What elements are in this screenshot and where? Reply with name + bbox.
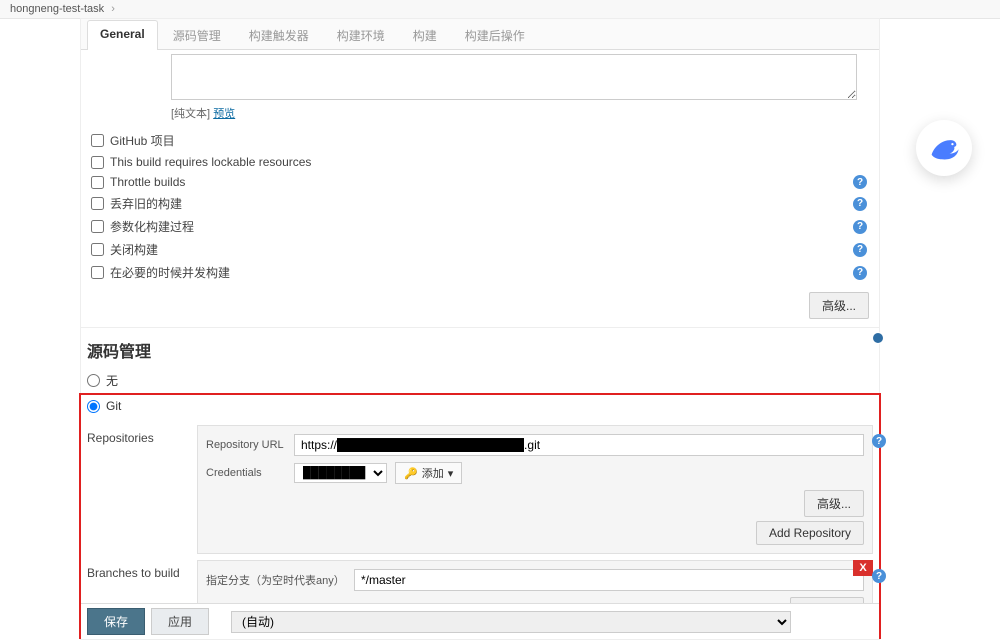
- key-icon: 🔑: [404, 467, 418, 480]
- tab-triggers[interactable]: 构建触发器: [236, 20, 322, 50]
- delete-branch-button[interactable]: X: [853, 560, 873, 576]
- checkbox-disable-build[interactable]: [91, 243, 104, 256]
- add-label: 添加: [422, 465, 444, 481]
- branch-row: 指定分支（为空时代表any）: [206, 569, 864, 591]
- breadcrumb-separator: ›: [111, 3, 115, 15]
- repo-url-label: Repository URL: [206, 439, 286, 451]
- help-icon[interactable]: ?: [853, 175, 867, 189]
- repositories-block: Repositories ? Repository URL Credential…: [87, 425, 873, 554]
- tab-bar: General 源码管理 构建触发器 构建环境 构建 构建后操作: [81, 19, 879, 50]
- breadcrumb: hongneng-test-task ›: [0, 0, 1000, 19]
- checkbox-concurrent[interactable]: [91, 266, 104, 279]
- checkbox-github-project[interactable]: [91, 134, 104, 147]
- apply-button[interactable]: 应用: [151, 608, 209, 635]
- general-panel: [纯文本] 预览 GitHub 项目 This build requires l…: [81, 50, 879, 639]
- opt-parameterized: 参数化构建过程 ?: [85, 215, 879, 238]
- opt-lockable: This build requires lockable resources: [85, 152, 879, 172]
- help-icon[interactable]: ?: [853, 220, 867, 234]
- scm-none-label: 无: [106, 372, 118, 389]
- repo-advanced-button[interactable]: 高级...: [804, 490, 864, 517]
- opt-label: GitHub 项目: [110, 132, 175, 149]
- add-credentials-button[interactable]: 🔑 添加 ▾: [395, 462, 462, 484]
- repo-url-input[interactable]: [294, 434, 864, 456]
- bottom-select[interactable]: (自动): [231, 611, 791, 633]
- scm-git-label: Git: [106, 399, 121, 413]
- breadcrumb-item[interactable]: hongneng-test-task: [10, 3, 104, 15]
- bird-icon: [926, 130, 962, 166]
- description-format-hint: [纯文本] 预览: [171, 105, 879, 121]
- scm-git-row: Git: [81, 395, 879, 417]
- add-repository-button[interactable]: Add Repository: [756, 521, 864, 545]
- opt-label: 参数化构建过程: [110, 218, 194, 235]
- assistant-badge[interactable]: [916, 120, 972, 176]
- opt-label: 在必要的时候并发构建: [110, 264, 230, 281]
- advanced-button[interactable]: 高级...: [809, 292, 869, 319]
- credentials-row: Credentials ████████ 🔑 添加 ▾: [206, 462, 864, 484]
- help-icon[interactable]: ?: [853, 197, 867, 211]
- opt-label: Throttle builds: [110, 175, 185, 189]
- config-page: General 源码管理 构建触发器 构建环境 构建 构建后操作 [纯文本] 预…: [80, 18, 880, 640]
- help-icon[interactable]: ?: [872, 434, 886, 448]
- bottom-action-bar: 保存 应用 (自动): [81, 603, 879, 639]
- repository-panel: ? Repository URL Credentials ████████ 🔑: [197, 425, 873, 554]
- branch-field-label: 指定分支（为空时代表any）: [206, 572, 346, 588]
- scroll-indicator-icon: [872, 332, 884, 344]
- credentials-label: Credentials: [206, 467, 286, 479]
- checkbox-lockable[interactable]: [91, 156, 104, 169]
- opt-github-project: GitHub 项目: [85, 129, 879, 152]
- branch-specifier-input[interactable]: [354, 569, 864, 591]
- plain-text-label: [纯文本]: [171, 108, 210, 120]
- tab-general[interactable]: General: [87, 20, 158, 50]
- help-icon[interactable]: ?: [872, 569, 886, 583]
- radio-scm-none[interactable]: [87, 374, 100, 387]
- repositories-label: Repositories: [87, 425, 187, 554]
- opt-throttle: Throttle builds ?: [85, 172, 879, 192]
- checkbox-parameterized[interactable]: [91, 220, 104, 233]
- credentials-select[interactable]: ████████: [294, 463, 387, 483]
- description-textarea[interactable]: [171, 54, 857, 100]
- repo-url-row: Repository URL: [206, 434, 864, 456]
- help-icon[interactable]: ?: [853, 266, 867, 280]
- preview-link[interactable]: 预览: [213, 108, 235, 120]
- opt-discard-old: 丢弃旧的构建 ?: [85, 192, 879, 215]
- help-icon[interactable]: ?: [853, 243, 867, 257]
- tab-scm[interactable]: 源码管理: [160, 20, 234, 50]
- general-options: GitHub 项目 This build requires lockable r…: [85, 129, 879, 284]
- opt-label: This build requires lockable resources: [110, 155, 311, 169]
- radio-scm-git[interactable]: [87, 400, 100, 413]
- checkbox-throttle[interactable]: [91, 176, 104, 189]
- opt-label: 丢弃旧的构建: [110, 195, 182, 212]
- save-button[interactable]: 保存: [87, 608, 145, 635]
- opt-disable-build: 关闭构建 ?: [85, 238, 879, 261]
- checkbox-discard-old[interactable]: [91, 197, 104, 210]
- opt-concurrent: 在必要的时候并发构建 ?: [85, 261, 879, 284]
- scm-none-row: 无: [81, 368, 879, 393]
- tab-build[interactable]: 构建: [400, 20, 450, 50]
- tab-post-build[interactable]: 构建后操作: [452, 20, 538, 50]
- opt-label: 关闭构建: [110, 241, 158, 258]
- tab-build-env[interactable]: 构建环境: [324, 20, 398, 50]
- chevron-down-icon: ▾: [448, 467, 454, 480]
- scm-section-title: 源码管理: [81, 327, 879, 368]
